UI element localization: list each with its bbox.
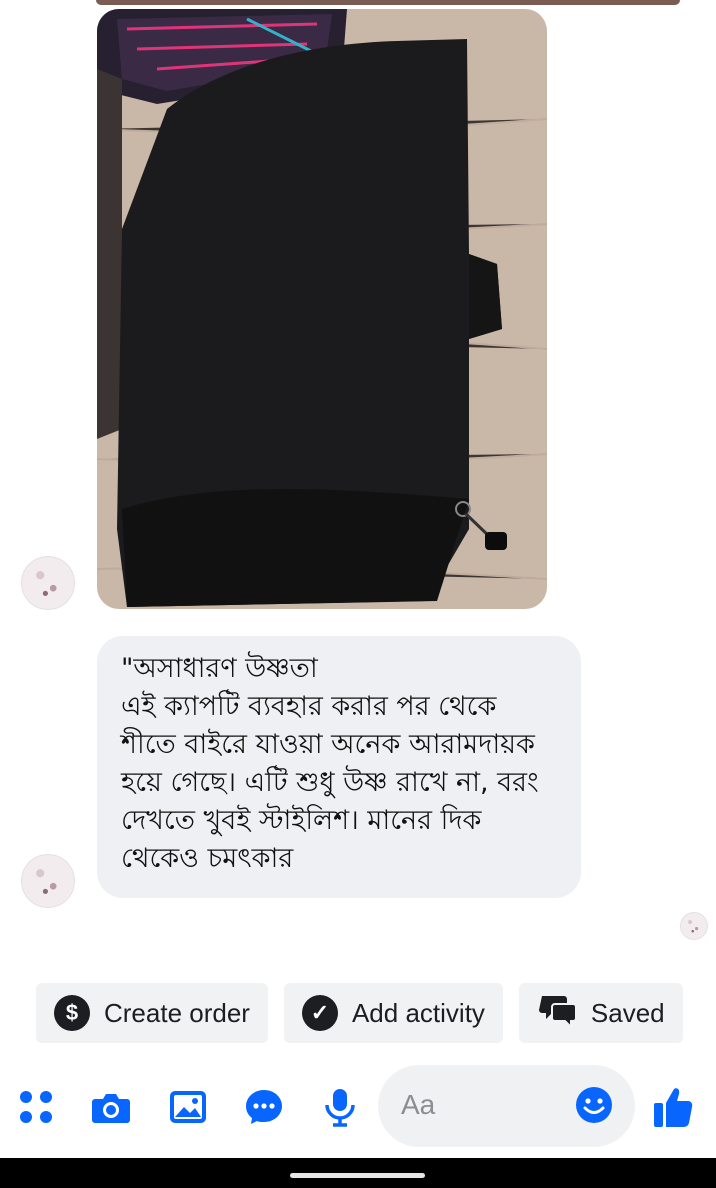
saved-replies-icon	[537, 992, 577, 1035]
create-order-label: Create order	[104, 997, 250, 1028]
menu-dots-icon[interactable]	[16, 1087, 56, 1127]
quick-actions-bar: $ Create order ✓ Add activity Saved	[36, 983, 716, 1043]
home-gesture-handle[interactable]	[290, 1173, 425, 1178]
message-input[interactable]: Aa	[378, 1065, 635, 1147]
read-receipt-avatar	[680, 912, 708, 940]
camera-icon[interactable]	[91, 1087, 131, 1127]
sender-avatar[interactable]	[21, 854, 75, 908]
mic-icon[interactable]	[320, 1087, 360, 1127]
saved-replies-label: Saved	[590, 997, 665, 1028]
gallery-icon[interactable]	[168, 1087, 208, 1127]
message-image[interactable]	[97, 9, 547, 609]
message-composer: Aa	[0, 1065, 716, 1155]
like-icon[interactable]	[652, 1085, 694, 1129]
system-nav-bar	[0, 1158, 716, 1188]
dollar-icon: $	[54, 995, 90, 1031]
emoji-icon[interactable]	[575, 1086, 613, 1124]
add-activity-button[interactable]: ✓ Add activity	[283, 983, 503, 1043]
sender-avatar[interactable]	[21, 556, 75, 610]
message-bubble: "অসাধারণ উষ্ণতা এই ক্যাপটি ব্যবহার করার …	[97, 636, 581, 898]
saved-replies-button[interactable]: Saved	[518, 983, 683, 1043]
previous-message-edge	[96, 0, 680, 5]
chat-icon[interactable]	[244, 1087, 284, 1127]
check-icon: ✓	[301, 995, 338, 1031]
message-input-placeholder: Aa	[401, 1089, 436, 1120]
add-activity-label: Add activity	[351, 997, 485, 1028]
create-order-button[interactable]: $ Create order	[36, 983, 268, 1043]
